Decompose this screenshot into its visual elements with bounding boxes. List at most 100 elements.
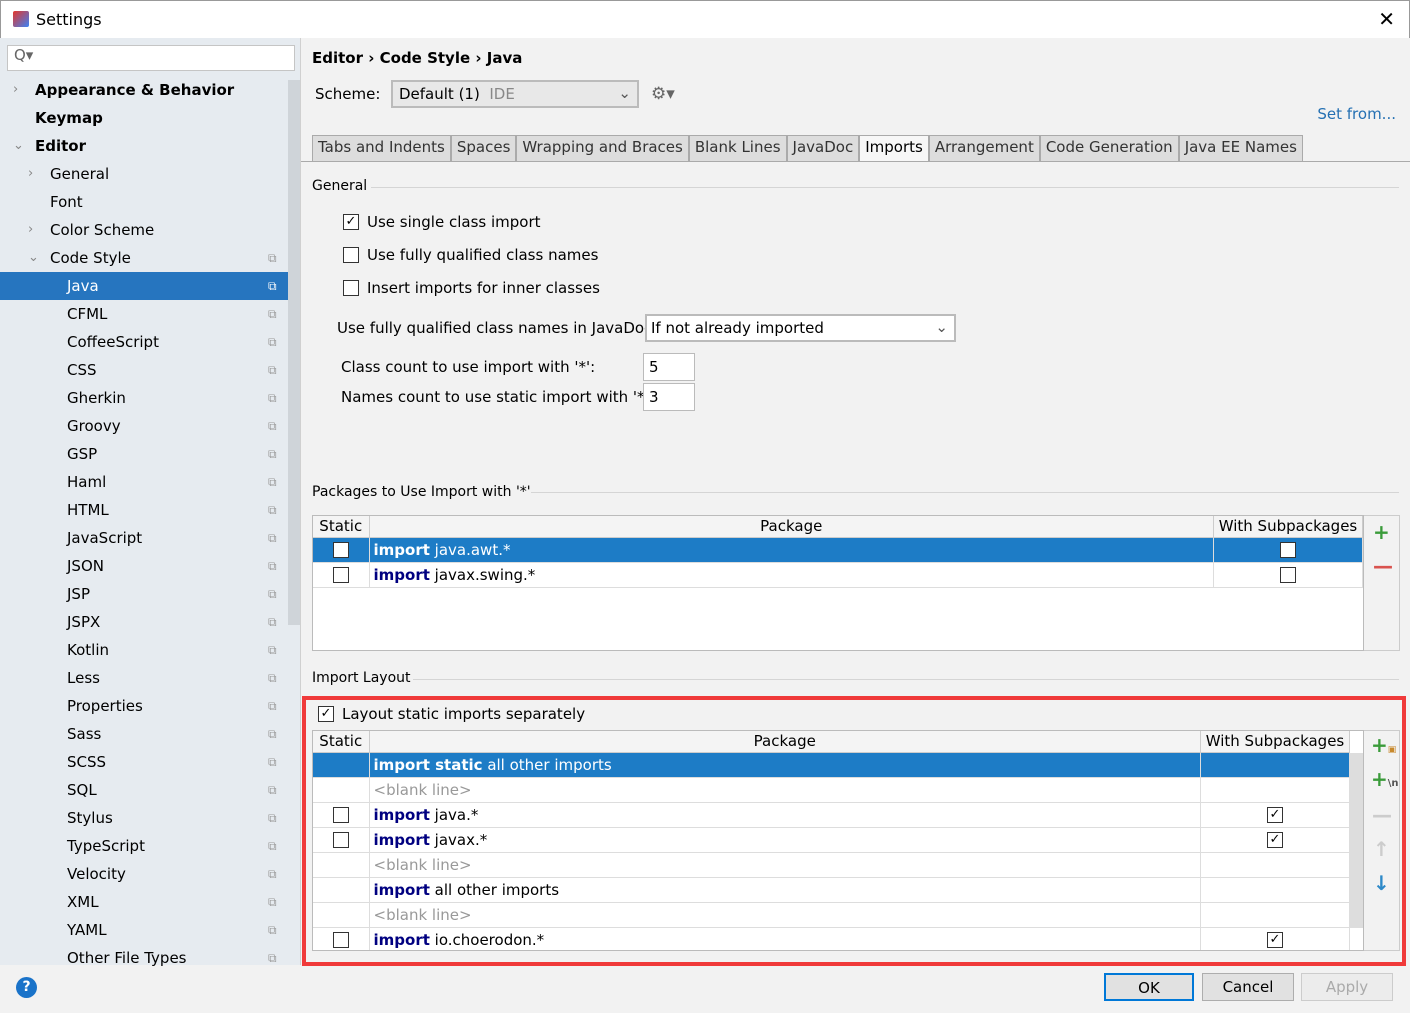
- tab-tabs-and-indents[interactable]: Tabs and Indents: [312, 135, 451, 161]
- cancel-button[interactable]: Cancel: [1202, 973, 1294, 1001]
- single-class-import-checkbox[interactable]: ✓ Use single class import: [343, 213, 541, 231]
- tab-imports[interactable]: Imports: [859, 135, 929, 161]
- javadoc-dropdown[interactable]: If not already imported ⌄: [645, 314, 956, 342]
- names-count-input[interactable]: 3: [643, 383, 695, 411]
- chevron-right-icon[interactable]: ›: [28, 160, 33, 188]
- divider: [371, 187, 1399, 188]
- copy-icon: ⧉: [268, 587, 277, 601]
- tab-wrapping-and-braces[interactable]: Wrapping and Braces: [516, 135, 689, 161]
- sidebar-item[interactable]: CoffeeScript ⧉: [0, 328, 288, 356]
- column-header[interactable]: Package: [369, 516, 1214, 538]
- sidebar-item[interactable]: TypeScript ⧉: [0, 832, 288, 860]
- table-row[interactable]: import javax.swing.*: [313, 562, 1363, 588]
- sidebar-item[interactable]: Java ⧉: [0, 272, 288, 300]
- checkbox[interactable]: [1280, 567, 1296, 583]
- sidebar-item[interactable]: Haml ⧉: [0, 468, 288, 496]
- sidebar-item[interactable]: Velocity ⧉: [0, 860, 288, 888]
- ok-button[interactable]: OK: [1104, 973, 1194, 1001]
- tab-spaces[interactable]: Spaces: [450, 135, 517, 161]
- sidebar-item[interactable]: Font: [0, 188, 288, 216]
- search-input[interactable]: Q▾: [7, 45, 295, 71]
- sidebar-item[interactable]: Properties ⧉: [0, 692, 288, 720]
- sidebar-item[interactable]: JavaScript ⧉: [0, 524, 288, 552]
- sidebar-item[interactable]: › Color Scheme: [0, 216, 288, 244]
- sidebar-item[interactable]: Kotlin ⧉: [0, 636, 288, 664]
- copy-icon: ⧉: [268, 391, 277, 405]
- sidebar-item[interactable]: Stylus ⧉: [0, 804, 288, 832]
- tab-blank-lines[interactable]: Blank Lines: [688, 135, 787, 161]
- sidebar-item-label: Color Scheme: [50, 221, 155, 239]
- checkbox[interactable]: [343, 280, 359, 296]
- sidebar-item-label: Keymap: [35, 109, 103, 127]
- sidebar-item[interactable]: Gherkin ⧉: [0, 384, 288, 412]
- sidebar-item[interactable]: › Appearance & Behavior: [0, 76, 288, 104]
- sidebar-item[interactable]: CSS ⧉: [0, 356, 288, 384]
- sidebar-item-label: Properties: [67, 697, 143, 715]
- fully-qualified-checkbox[interactable]: Use fully qualified class names: [343, 246, 598, 264]
- sidebar-item[interactable]: › General: [0, 160, 288, 188]
- sidebar-item[interactable]: Sass ⧉: [0, 720, 288, 748]
- inner-classes-checkbox[interactable]: Insert imports for inner classes: [343, 279, 600, 297]
- sidebar-item[interactable]: Keymap: [0, 104, 288, 132]
- add-icon[interactable]: +: [1373, 520, 1390, 544]
- checkbox[interactable]: [332, 567, 349, 583]
- checkbox[interactable]: [1280, 542, 1296, 558]
- column-header[interactable]: With Subpackages: [1213, 516, 1363, 538]
- close-icon[interactable]: ✕: [1378, 7, 1395, 31]
- checkbox-label: Insert imports for inner classes: [367, 279, 600, 297]
- copy-icon: ⧉: [268, 279, 277, 293]
- divider: [301, 161, 1410, 162]
- chevron-right-icon[interactable]: ›: [28, 216, 33, 244]
- tab-code-generation[interactable]: Code Generation: [1039, 135, 1179, 161]
- divider: [531, 492, 1399, 493]
- sidebar-item[interactable]: ⌄ Editor: [0, 132, 288, 160]
- sidebar-item[interactable]: Other File Types ⧉: [0, 944, 288, 972]
- copy-icon: ⧉: [268, 783, 277, 797]
- sidebar-item[interactable]: JSON ⧉: [0, 552, 288, 580]
- copy-icon: ⧉: [268, 447, 277, 461]
- sidebar-item[interactable]: ⌄ Code Style ⧉: [0, 244, 288, 272]
- sidebar-item[interactable]: Groovy ⧉: [0, 412, 288, 440]
- scheme-dropdown[interactable]: Default (1) IDE ⌄: [391, 80, 639, 108]
- sidebar-item-label: JSPX: [67, 613, 101, 631]
- tab-java-ee-names[interactable]: Java EE Names: [1178, 135, 1303, 161]
- gear-icon[interactable]: ⚙▾: [651, 84, 675, 104]
- tab-javadoc[interactable]: JavaDoc: [786, 135, 860, 161]
- copy-icon: ⧉: [268, 699, 277, 713]
- copy-icon: ⧉: [268, 923, 277, 937]
- help-button[interactable]: ?: [16, 977, 37, 998]
- sidebar-item[interactable]: HTML ⧉: [0, 496, 288, 524]
- sidebar-item-label: Kotlin: [67, 641, 109, 659]
- sidebar-item-label: GSP: [67, 445, 98, 463]
- chevron-down-icon[interactable]: ⌄: [28, 244, 39, 272]
- copy-icon: ⧉: [268, 951, 277, 965]
- chevron-down-icon: ⌄: [618, 84, 631, 102]
- sidebar-item[interactable]: XML ⧉: [0, 888, 288, 916]
- apply-button[interactable]: Apply: [1301, 973, 1393, 1001]
- set-from-link[interactable]: Set from...: [1317, 105, 1396, 123]
- copy-icon: ⧉: [268, 615, 277, 629]
- sidebar-item[interactable]: GSP ⧉: [0, 440, 288, 468]
- chevron-down-icon[interactable]: ⌄: [13, 132, 24, 160]
- checkbox[interactable]: ✓: [343, 214, 359, 230]
- sidebar-item[interactable]: SQL ⧉: [0, 776, 288, 804]
- sidebar-item[interactable]: JSPX ⧉: [0, 608, 288, 636]
- sidebar-item[interactable]: CFML ⧉: [0, 300, 288, 328]
- copy-icon: ⧉: [268, 895, 277, 909]
- table-row[interactable]: import java.awt.*: [313, 537, 1363, 563]
- chevron-right-icon[interactable]: ›: [13, 76, 18, 104]
- sidebar-item[interactable]: YAML ⧉: [0, 916, 288, 944]
- sidebar-scrollbar[interactable]: [288, 80, 300, 625]
- sidebar-item[interactable]: Less ⧉: [0, 664, 288, 692]
- checkbox[interactable]: [343, 247, 359, 263]
- tab-arrangement[interactable]: Arrangement: [928, 135, 1040, 161]
- sidebar-item[interactable]: SCSS ⧉: [0, 748, 288, 776]
- remove-icon[interactable]: —: [1373, 554, 1393, 578]
- class-count-input[interactable]: 5: [643, 353, 695, 381]
- sidebar-item[interactable]: JSP ⧉: [0, 580, 288, 608]
- column-header[interactable]: Static: [313, 516, 370, 538]
- copy-icon: ⧉: [268, 363, 277, 377]
- settings-tree: › Appearance & Behavior Keymap ⌄ Editor › Gene…: [0, 76, 288, 972]
- copy-icon: ⧉: [268, 251, 277, 265]
- checkbox[interactable]: [332, 542, 349, 558]
